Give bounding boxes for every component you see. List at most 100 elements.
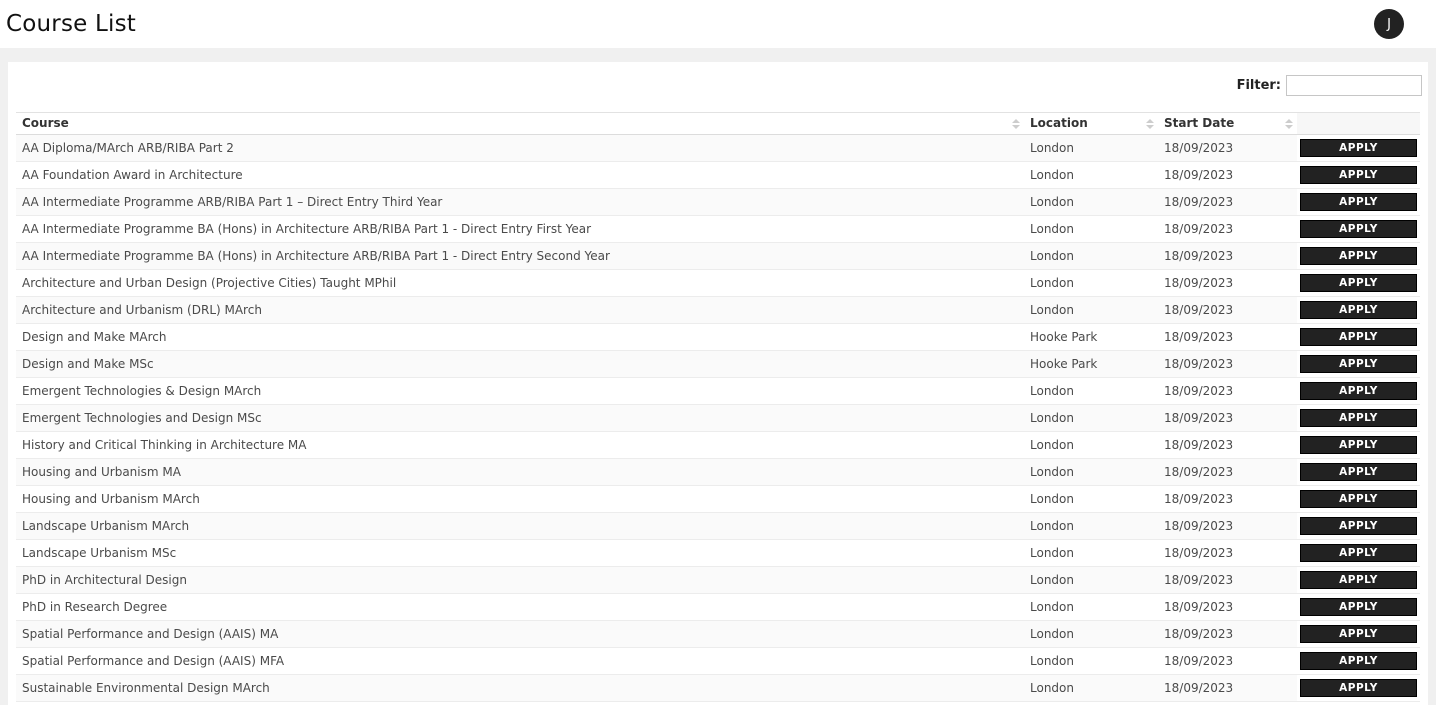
apply-button[interactable]: APPLY — [1300, 625, 1417, 643]
table-row: Sustainable Environmental Design MScLond… — [16, 701, 1420, 705]
apply-button[interactable]: APPLY — [1300, 598, 1417, 616]
column-header-course[interactable]: Course — [16, 112, 1024, 135]
column-header-course-label: Course — [22, 116, 69, 130]
start-date-cell: 18/09/2023 — [1158, 458, 1297, 486]
table-row: AA Intermediate Programme ARB/RIBA Part … — [16, 188, 1420, 216]
course-cell: Housing and Urbanism MArch — [16, 485, 1024, 513]
start-date-cell: 18/09/2023 — [1158, 323, 1297, 351]
column-header-apply — [1297, 112, 1420, 135]
apply-button[interactable]: APPLY — [1300, 139, 1417, 157]
location-cell: London — [1024, 431, 1158, 459]
course-cell: AA Foundation Award in Architecture — [16, 161, 1024, 189]
column-header-location[interactable]: Location — [1024, 112, 1158, 135]
table-row: Architecture and Urbanism (DRL) MArch Lon… — [16, 296, 1420, 324]
location-cell: London — [1024, 620, 1158, 648]
location-cell: London — [1024, 269, 1158, 297]
apply-button[interactable]: APPLY — [1300, 490, 1417, 508]
table-row: Landscape Urbanism MArch London 18/09/2023… — [16, 512, 1420, 540]
apply-button[interactable]: APPLY — [1300, 166, 1417, 184]
apply-button[interactable]: APPLY — [1300, 220, 1417, 238]
apply-button[interactable]: APPLY — [1300, 409, 1417, 427]
location-cell: Hooke Park — [1024, 350, 1158, 378]
start-date-cell: 18/09/2023 — [1158, 512, 1297, 540]
column-header-start-date[interactable]: Start Date — [1158, 112, 1297, 135]
filter-row: Filter: — [8, 74, 1428, 96]
apply-cell: APPLY — [1297, 674, 1420, 702]
sort-icon[interactable] — [1012, 118, 1020, 129]
start-date-cell: 18/09/2023 — [1158, 161, 1297, 189]
start-date-cell: 18/09/2023 — [1158, 539, 1297, 567]
page-title: Course List — [6, 11, 137, 37]
course-cell: Architecture and Urban Design (Projectiv… — [16, 269, 1024, 297]
apply-cell: APPLY — [1297, 647, 1420, 675]
start-date-cell: 18/09/2023 — [1158, 674, 1297, 702]
start-date-cell: 18/09/2023 — [1158, 485, 1297, 513]
apply-cell: APPLY — [1297, 134, 1420, 162]
course-cell: Landscape Urbanism MSc — [16, 539, 1024, 567]
course-cell: AA Intermediate Programme ARB/RIBA Part … — [16, 188, 1024, 216]
start-date-cell: 18/09/2023 — [1158, 188, 1297, 216]
apply-button[interactable]: APPLY — [1300, 301, 1417, 319]
apply-button[interactable]: APPLY — [1300, 571, 1417, 589]
table-row: AA Intermediate Programme BA (Hons) in A… — [16, 215, 1420, 243]
apply-button[interactable]: APPLY — [1300, 517, 1417, 535]
start-date-cell: 18/09/2023 — [1158, 377, 1297, 405]
location-cell: London — [1024, 242, 1158, 270]
apply-cell: APPLY — [1297, 404, 1420, 432]
apply-button[interactable]: APPLY — [1300, 274, 1417, 292]
table-row: Spatial Performance and Design (AAIS) MA… — [16, 620, 1420, 648]
start-date-cell: 18/09/2023 — [1158, 701, 1297, 705]
apply-cell: APPLY — [1297, 539, 1420, 567]
column-header-start-date-label: Start Date — [1164, 116, 1235, 130]
apply-button[interactable]: APPLY — [1300, 247, 1417, 265]
location-cell: London — [1024, 593, 1158, 621]
start-date-cell: 18/09/2023 — [1158, 593, 1297, 621]
location-cell: London — [1024, 566, 1158, 594]
start-date-cell: 18/09/2023 — [1158, 620, 1297, 648]
course-cell: Emergent Technologies and Design MSc — [16, 404, 1024, 432]
filter-input[interactable] — [1286, 74, 1422, 96]
apply-button[interactable]: APPLY — [1300, 328, 1417, 346]
apply-button[interactable]: APPLY — [1300, 679, 1417, 697]
start-date-cell: 18/09/2023 — [1158, 134, 1297, 162]
apply-cell: APPLY — [1297, 323, 1420, 351]
location-cell: London — [1024, 512, 1158, 540]
apply-button[interactable]: APPLY — [1300, 544, 1417, 562]
course-cell: Design and Make MSc — [16, 350, 1024, 378]
course-cell: Spatial Performance and Design (AAIS) MF… — [16, 647, 1024, 675]
start-date-cell: 18/09/2023 — [1158, 242, 1297, 270]
page-background: Filter: Course Location Start Date AA Di… — [0, 48, 1436, 705]
table-row: Design and Make MSc Hooke Park 18/09/2023 A… — [16, 350, 1420, 378]
course-cell: Design and Make MArch — [16, 323, 1024, 351]
sort-icon[interactable] — [1285, 118, 1293, 129]
table-row: AA Diploma/MArch ARB/RIBA Part 2 London 18… — [16, 134, 1420, 162]
course-table: Course Location Start Date AA Diploma/MA… — [16, 112, 1420, 705]
location-cell: London — [1024, 674, 1158, 702]
start-date-cell: 18/09/2023 — [1158, 269, 1297, 297]
location-cell: London — [1024, 296, 1158, 324]
location-cell: London — [1024, 539, 1158, 567]
start-date-cell: 18/09/2023 — [1158, 350, 1297, 378]
apply-button[interactable]: APPLY — [1300, 382, 1417, 400]
table-row: Housing and Urbanism MA London 18/09/2023 A… — [16, 458, 1420, 486]
location-cell: Hooke Park — [1024, 323, 1158, 351]
sort-icon[interactable] — [1146, 118, 1154, 129]
apply-button[interactable]: APPLY — [1300, 652, 1417, 670]
apply-button[interactable]: APPLY — [1300, 436, 1417, 454]
location-cell: London — [1024, 647, 1158, 675]
user-avatar[interactable]: J — [1374, 9, 1404, 39]
apply-cell: APPLY — [1297, 701, 1420, 705]
start-date-cell: 18/09/2023 — [1158, 215, 1297, 243]
apply-button[interactable]: APPLY — [1300, 355, 1417, 373]
location-cell: London — [1024, 188, 1158, 216]
course-cell: AA Intermediate Programme BA (Hons) in A… — [16, 242, 1024, 270]
column-header-location-label: Location — [1030, 116, 1088, 130]
table-row: Emergent Technologies & Design MArch Lond… — [16, 377, 1420, 405]
apply-button[interactable]: APPLY — [1300, 463, 1417, 481]
start-date-cell: 18/09/2023 — [1158, 431, 1297, 459]
course-cell: Housing and Urbanism MA — [16, 458, 1024, 486]
table-row: Architecture and Urban Design (Projectiv… — [16, 269, 1420, 297]
apply-button[interactable]: APPLY — [1300, 193, 1417, 211]
table-row: Spatial Performance and Design (AAIS) MF… — [16, 647, 1420, 675]
apply-cell: APPLY — [1297, 377, 1420, 405]
